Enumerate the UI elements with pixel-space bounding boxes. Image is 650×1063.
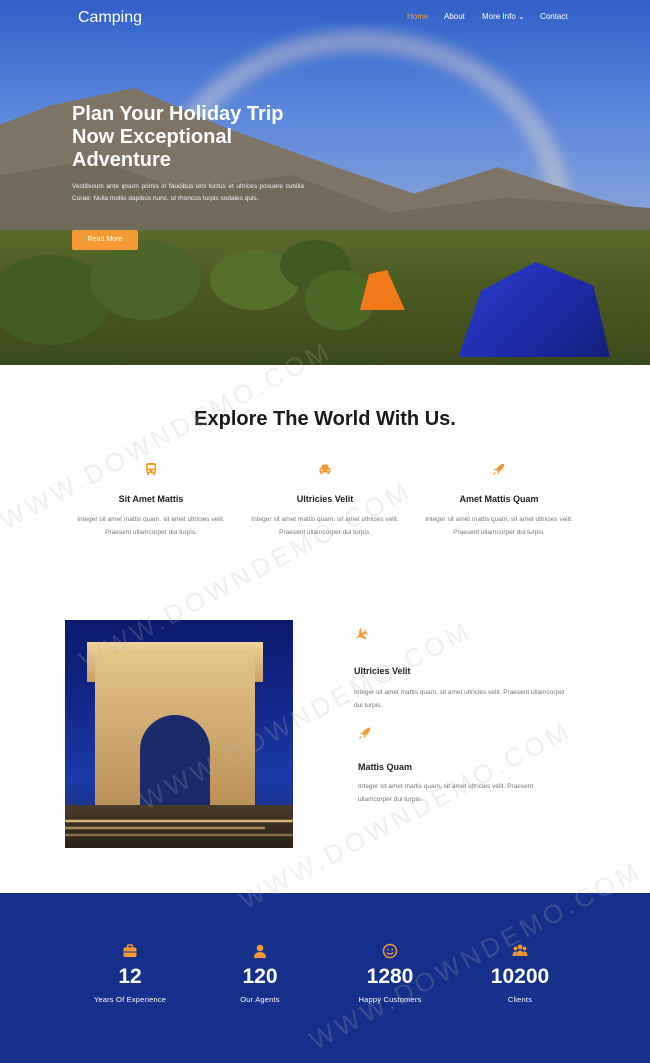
hero-section: Camping Home About More Info ⌄ Contact P…: [0, 0, 650, 365]
nav-more-info[interactable]: More Info ⌄: [482, 12, 525, 21]
feature-card: Sit Amet Mattis Integer sit amet mattis …: [71, 462, 231, 539]
stat-item: 10200 Clients: [455, 943, 585, 1004]
feature-text: Integer sit amet mattis quam, sit amet u…: [425, 516, 573, 536]
about-item-title: Mattis Quam: [358, 762, 413, 772]
about-item-text: Integer sit amet mattis quam, sit amet u…: [358, 783, 534, 803]
stat-item: 120 Our Agents: [195, 943, 325, 1004]
navbar: Camping Home About More Info ⌄ Contact: [0, 0, 650, 36]
feature-card: Ultricies Velit Integer sit amet mattis …: [245, 462, 405, 539]
rocket-icon: [359, 727, 371, 739]
car-icon: [319, 464, 331, 475]
feature-title: Sit Amet Mattis: [118, 494, 184, 504]
bus-icon: [146, 463, 156, 475]
stat-value: 10200: [490, 965, 550, 988]
light-trail: [65, 827, 265, 829]
about-item-text: Integer sit amet mattis quam, sit amet u…: [354, 689, 565, 709]
feature-text: Integer sit amet mattis quam, sit amet u…: [251, 516, 399, 536]
feature-card: Amet Mattis Quam Integer sit amet mattis…: [419, 462, 579, 539]
stat-item: 12 Years Of Experience: [65, 943, 195, 1004]
hero-text: Vestibulum ante ipsum primis in faucibus…: [72, 183, 304, 202]
users-icon: [512, 944, 528, 956]
stat-label: Our Agents: [240, 995, 280, 1004]
arch-opening: [140, 715, 210, 810]
smile-icon: [382, 943, 398, 959]
chevron-down-icon: ⌄: [518, 12, 525, 21]
stat-label: Clients: [507, 995, 533, 1004]
stat-value: 1280: [366, 965, 414, 988]
about-item: Ultricies Velit Integer sit amet mattis …: [354, 627, 574, 712]
feature-title: Ultricies Velit: [296, 494, 354, 504]
nav-contact[interactable]: Contact: [540, 12, 568, 21]
hero-content: Plan Your Holiday Trip Now Exceptional A…: [72, 103, 304, 250]
light-trail: [65, 834, 293, 836]
nav-more-info-label: More Info: [482, 12, 516, 21]
nav-home[interactable]: Home: [407, 12, 428, 21]
feature-text: Integer sit amet mattis quam, sit amet u…: [77, 516, 225, 536]
stat-item: 1280 Happy Customers: [325, 943, 455, 1004]
briefcase-icon: [123, 944, 137, 957]
nav-about[interactable]: About: [444, 12, 465, 21]
site-logo[interactable]: Camping: [78, 9, 142, 27]
about-item-title: Ultricies Velit: [354, 666, 411, 676]
user-icon: [254, 944, 266, 958]
arc-de-triomphe-photo: [65, 620, 293, 848]
hero-bush: [90, 240, 200, 320]
stat-label: Happy Customers: [358, 995, 422, 1004]
stats-section: 12 Years Of Experience 120 Our Agents 12…: [0, 893, 650, 1063]
hero-title: Plan Your Holiday Trip Now Exceptional A…: [72, 103, 284, 171]
light-trail: [65, 820, 293, 822]
read-more-button[interactable]: Read More: [72, 230, 138, 250]
about-item: Mattis Quam Integer sit amet mattis quam…: [358, 726, 578, 806]
rocket-icon: [493, 463, 505, 475]
stat-value: 120: [242, 965, 278, 988]
stat-value: 12: [118, 965, 142, 988]
explore-title: Explore The World With Us.: [194, 408, 456, 430]
plane-icon: [355, 628, 368, 640]
stat-label: Years Of Experience: [93, 995, 167, 1004]
feature-title: Amet Mattis Quam: [459, 494, 539, 504]
